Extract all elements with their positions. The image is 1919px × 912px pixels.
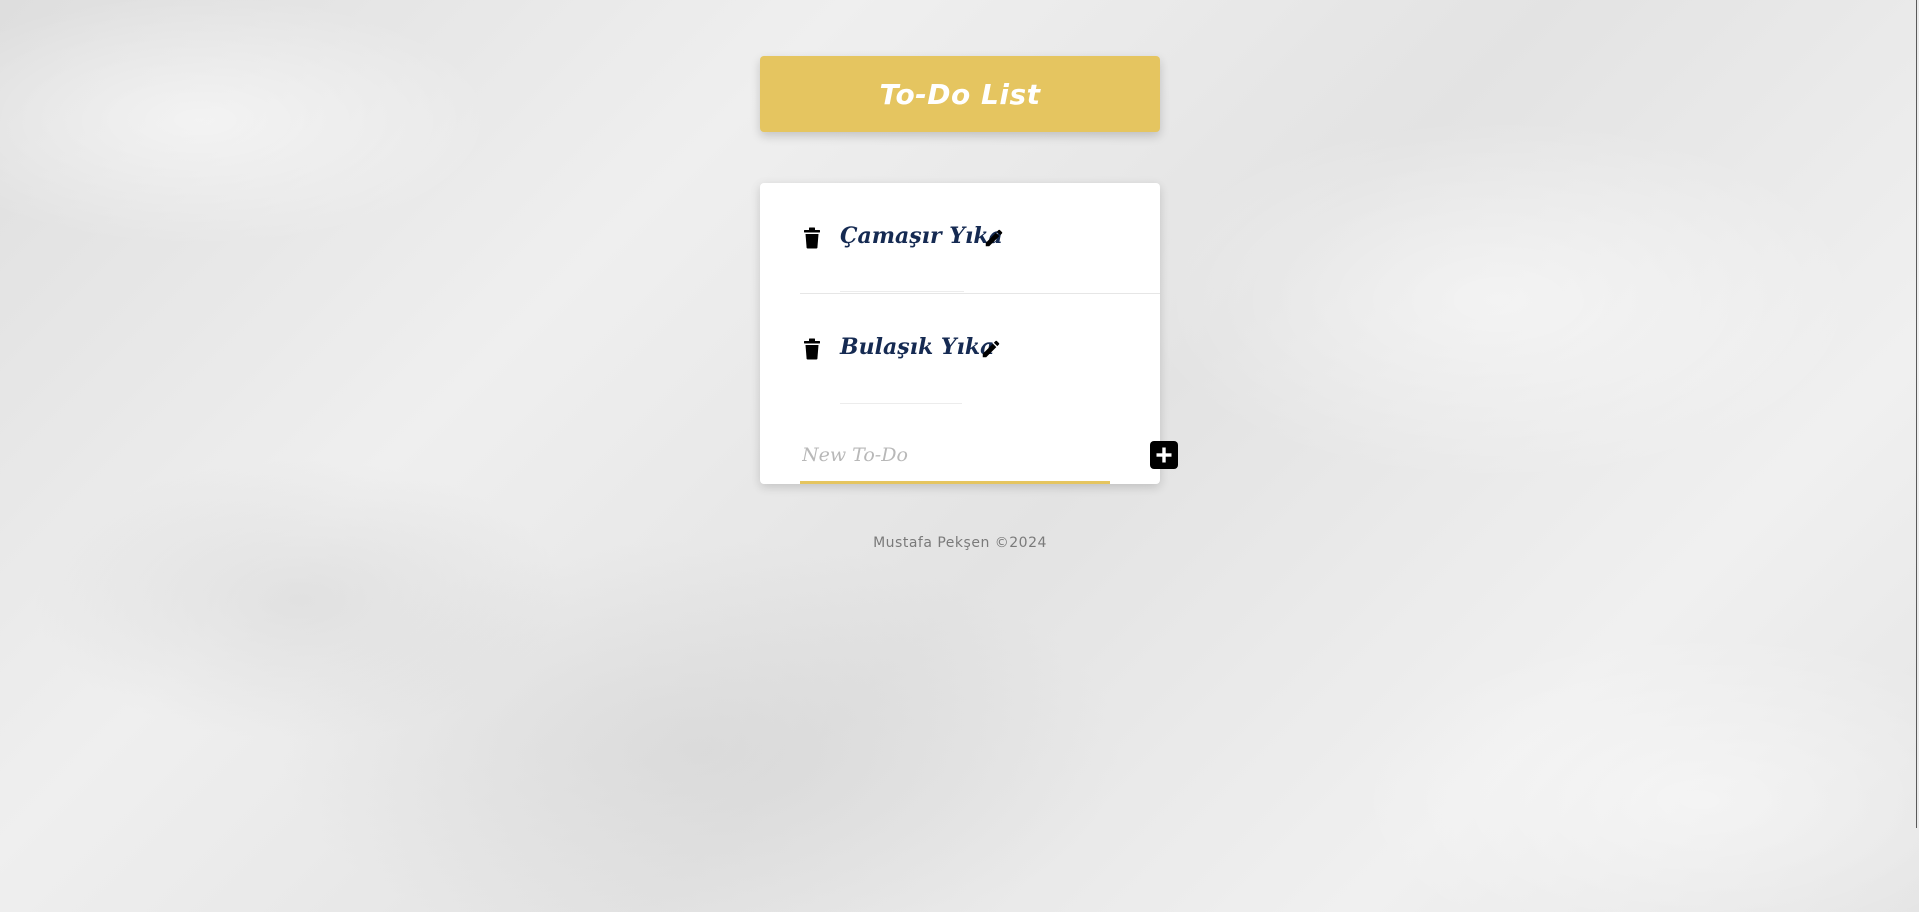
- todo-card: Çamaşır Yıka Bulaşık Yıka: [760, 183, 1178, 484]
- app-title: To-Do List: [879, 77, 1041, 111]
- pencil-icon[interactable]: [980, 338, 1002, 360]
- trash-icon[interactable]: [804, 338, 820, 360]
- new-todo-row: [800, 429, 1178, 484]
- plus-square-icon: [1156, 447, 1172, 463]
- todo-item: Bulaşık Yıka: [800, 294, 1160, 404]
- todo-label[interactable]: Çamaşır Yıka: [840, 223, 1003, 249]
- todo-label-underline: [840, 403, 962, 404]
- footer-credit: Mustafa Pekşen ©2024: [873, 535, 1047, 551]
- todo-item: Çamaşır Yıka: [800, 183, 1160, 294]
- todo-label[interactable]: Bulaşık Yıka: [840, 334, 994, 360]
- trash-icon[interactable]: [804, 227, 820, 249]
- pencil-icon[interactable]: [983, 227, 1005, 249]
- app-header: To-Do List: [760, 56, 1160, 132]
- scrollbar[interactable]: [1916, 0, 1917, 828]
- add-todo-button[interactable]: [1150, 441, 1178, 469]
- todo-label-underline: [840, 291, 964, 292]
- new-todo-input[interactable]: [800, 429, 1110, 484]
